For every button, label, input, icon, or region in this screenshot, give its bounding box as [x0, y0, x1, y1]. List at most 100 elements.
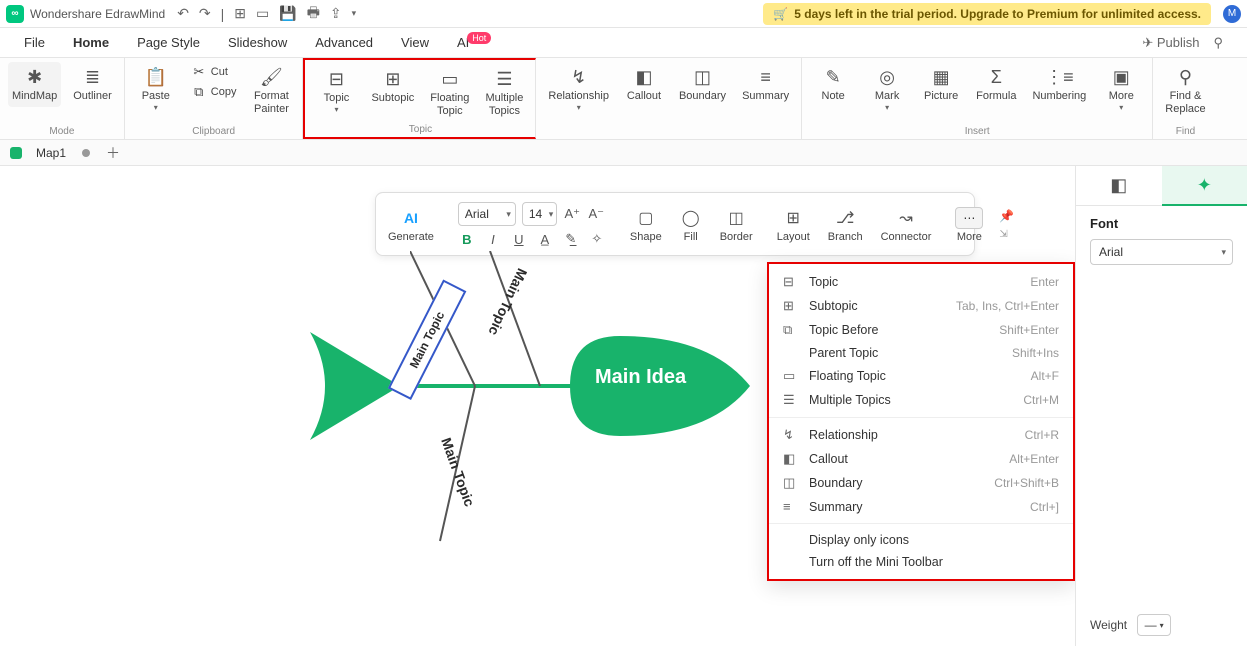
mt-fill[interactable]: ◯Fill — [674, 205, 708, 243]
formula-button[interactable]: ΣFormula — [972, 62, 1020, 107]
cm-summary[interactable]: ≡SummaryCtrl+] — [769, 495, 1073, 518]
cut-button[interactable]: ✂Cut — [191, 64, 237, 80]
main-topic-2[interactable]: Main Topic — [486, 266, 531, 338]
menu-page-style[interactable]: Page Style — [137, 35, 200, 50]
vdiv-icon: | — [221, 6, 225, 22]
tab-map1[interactable]: Map1 — [36, 146, 66, 160]
main-topic-3[interactable]: Main Topic — [438, 435, 478, 508]
picture-button[interactable]: ▦Picture — [918, 62, 964, 107]
italic-button[interactable]: I — [484, 232, 502, 247]
undo-icon[interactable]: ↶ — [177, 5, 189, 22]
cart-icon: 🛒 — [773, 7, 788, 21]
menu-file[interactable]: File — [24, 35, 45, 50]
mindmap-button[interactable]: ✱MindMap — [8, 62, 61, 107]
mt-branch[interactable]: ⎇Branch — [822, 205, 869, 243]
open-folder-icon[interactable]: ▭ — [256, 5, 269, 22]
cm-floating-topic[interactable]: ▭Floating TopicAlt+F — [769, 364, 1073, 388]
font-color-button[interactable]: A̲ — [536, 232, 554, 247]
trial-banner[interactable]: 🛒 5 days left in the trial period. Upgra… — [763, 3, 1211, 25]
font-name-select[interactable]: Arial▾ — [458, 202, 516, 226]
avatar[interactable]: M — [1223, 5, 1241, 23]
tab-modified-dot-icon — [82, 149, 90, 157]
pin-icon[interactable]: 📌 — [999, 209, 1014, 223]
summary-button[interactable]: ≡Summary — [738, 62, 793, 107]
cm-topic-before[interactable]: ⧉Topic BeforeShift+Enter — [769, 318, 1073, 342]
paste-button[interactable]: 📋Paste▾ — [133, 62, 179, 116]
chevron-down-icon: ▾ — [1160, 621, 1164, 630]
mt-border[interactable]: ◫Border — [714, 205, 759, 243]
cm-display-icons[interactable]: Display only icons — [769, 529, 1073, 551]
menu-slideshow[interactable]: Slideshow — [228, 35, 287, 50]
increase-font-icon[interactable]: A⁺ — [563, 206, 581, 222]
callout-button[interactable]: ◧Callout — [621, 62, 667, 107]
rp-tab-style[interactable]: ◧ — [1076, 166, 1162, 206]
relationship-button[interactable]: ↯Relationship▾ — [544, 62, 613, 116]
note-button[interactable]: ✎Note — [810, 62, 856, 107]
mt-more[interactable]: ⋯More — [949, 205, 989, 243]
tab-add-button[interactable]: ＋ — [100, 143, 126, 163]
highlight-button[interactable]: ✎̲ — [562, 231, 580, 247]
topic-before-icon: ⧉ — [783, 322, 799, 338]
mark-button[interactable]: ◎Mark▾ — [864, 62, 910, 116]
menu-ai[interactable]: AIHot — [457, 35, 493, 50]
mt-ai-generate[interactable]: AI Generate — [382, 205, 440, 243]
mt-layout[interactable]: ⊞Layout — [771, 205, 816, 243]
collapse-icon[interactable]: ⇲ — [999, 229, 1014, 240]
more-insert-button[interactable]: ▣More▾ — [1098, 62, 1144, 116]
boundary-button[interactable]: ◫Boundary — [675, 62, 730, 107]
save-icon[interactable]: 💾 — [279, 5, 296, 22]
fill-icon: ◯ — [680, 207, 702, 229]
canvas[interactable]: AI Generate Arial▾ 14▾ A⁺ A⁻ B I U A̲ ✎̲… — [0, 166, 1075, 646]
mindmap-icon: ✱ — [24, 66, 46, 88]
cm-boundary[interactable]: ◫BoundaryCtrl+Shift+B — [769, 471, 1073, 495]
relationship-icon: ↯ — [783, 427, 799, 443]
chevron-down-icon: ▾ — [549, 209, 554, 220]
rp-font-select[interactable]: Arial▾ — [1090, 239, 1233, 265]
share-icon[interactable]: ⚲ — [1213, 35, 1223, 51]
cm-subtopic[interactable]: ⊞SubtopicTab, Ins, Ctrl+Enter — [769, 294, 1073, 318]
ribbon-group-topic: ⊟Topic▾ ⊞Subtopic ▭FloatingTopic ☰Multip… — [303, 58, 536, 139]
multiple-topics-button[interactable]: ☰MultipleTopics — [481, 64, 527, 122]
redo-icon[interactable]: ↷ — [199, 5, 211, 22]
clear-format-button[interactable]: ✧ — [588, 231, 606, 247]
cm-topic[interactable]: ⊟TopicEnter — [769, 270, 1073, 294]
summary-icon: ≡ — [755, 66, 777, 88]
find-icon: ⚲ — [1174, 66, 1196, 88]
floating-topic-button[interactable]: ▭FloatingTopic — [426, 64, 473, 122]
rp-tab-ai[interactable]: ✦ — [1162, 166, 1247, 206]
border-icon: ◫ — [725, 207, 747, 229]
mt-shape[interactable]: ▢Shape — [624, 205, 668, 243]
outliner-button[interactable]: ≣Outliner — [69, 62, 116, 107]
cm-turn-off-toolbar[interactable]: Turn off the Mini Toolbar — [769, 551, 1073, 573]
rp-weight-row: Weight ―▾ — [1090, 614, 1233, 636]
copy-button[interactable]: ⧉Copy — [191, 84, 237, 100]
fishbone-head[interactable] — [570, 336, 750, 436]
bold-button[interactable]: B — [458, 232, 476, 247]
group-label-topic: Topic — [409, 124, 432, 135]
numbering-button[interactable]: ⋮≡Numbering — [1028, 62, 1090, 107]
print-icon[interactable]: 🖶 — [307, 2, 320, 26]
publish-button[interactable]: ✈ Publish — [1142, 35, 1199, 51]
cm-relationship[interactable]: ↯RelationshipCtrl+R — [769, 423, 1073, 447]
rp-weight-label: Weight — [1090, 618, 1127, 632]
chevron-down-icon[interactable]: ▾ — [352, 8, 357, 19]
subtopic-button[interactable]: ⊞Subtopic — [367, 64, 418, 109]
cm-callout[interactable]: ◧CalloutAlt+Enter — [769, 447, 1073, 471]
new-file-icon[interactable]: ⊞ — [234, 5, 246, 22]
mt-connector[interactable]: ↝Connector — [875, 205, 938, 243]
underline-button[interactable]: U — [510, 232, 528, 247]
menu-home[interactable]: Home — [73, 35, 109, 50]
group-label-insert: Insert — [965, 126, 990, 137]
menu-advanced[interactable]: Advanced — [315, 35, 373, 50]
export-icon[interactable]: ⇪ — [330, 5, 342, 22]
font-size-select[interactable]: 14▾ — [522, 202, 557, 226]
menu-view[interactable]: View — [401, 35, 429, 50]
chevron-down-icon: ▾ — [1221, 247, 1226, 258]
format-painter-button[interactable]: 🖌FormatPainter — [248, 62, 294, 120]
find-replace-button[interactable]: ⚲Find &Replace — [1161, 62, 1209, 120]
decrease-font-icon[interactable]: A⁻ — [587, 206, 605, 222]
rp-weight-select[interactable]: ―▾ — [1137, 614, 1171, 636]
cm-multiple-topics[interactable]: ☰Multiple TopicsCtrl+M — [769, 388, 1073, 412]
topic-button[interactable]: ⊟Topic▾ — [313, 64, 359, 118]
cm-parent-topic[interactable]: Parent TopicShift+Ins — [769, 342, 1073, 364]
